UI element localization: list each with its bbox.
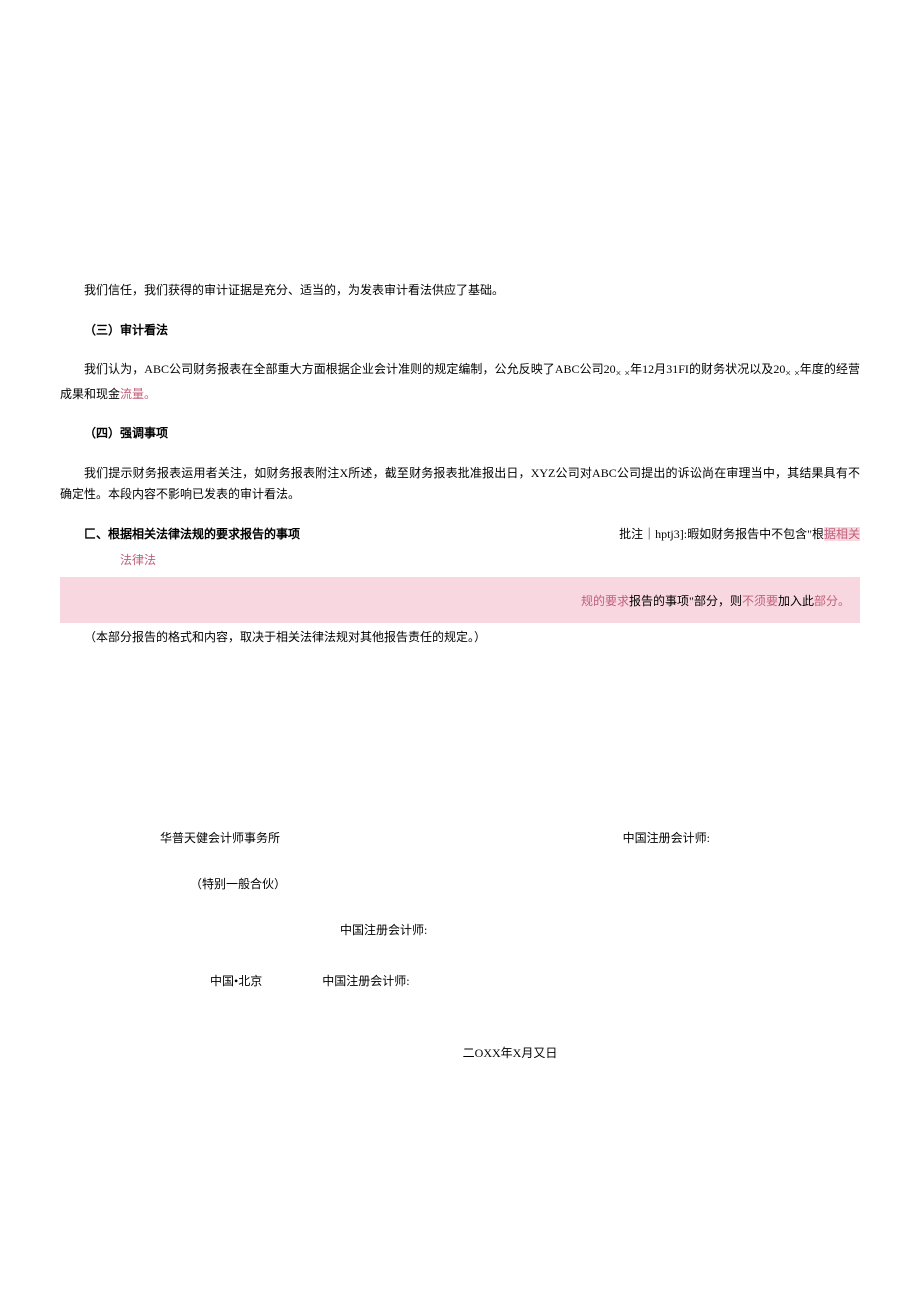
- text-fragment: 年12月31FI的财务状况以及20: [630, 362, 785, 376]
- intro-paragraph: 我们信任，我们获得的审计证据是充分、适当的，为发表审计看法供应了基础。: [60, 280, 860, 302]
- highlight-text: 不须要: [742, 594, 778, 608]
- comment-text-highlighted: 据相关: [824, 527, 860, 541]
- cpa-label-1: 中国注册会计师:: [623, 828, 710, 850]
- comment-highlight-block: 规的要求报告的事项"部分，则不须要加入此部分。: [60, 577, 860, 623]
- partnership-type: （特别一般合伙）: [190, 874, 860, 896]
- comment-text: 暇如财务报告中不包含"根: [687, 527, 824, 541]
- highlight-text: 部分。: [814, 594, 850, 608]
- signature-row-3: 中国•北京 中国注册会计师:: [60, 971, 860, 993]
- comment-label: 批注｜hptj3]:: [619, 527, 687, 541]
- highlight-text: 规: [581, 594, 593, 608]
- section-5-heading: 匚、根据相关法律法规的要求报告的事项: [60, 524, 619, 546]
- cpa-label-3: 中国注册会计师:: [322, 971, 409, 993]
- subscript-x: ×: [785, 369, 791, 380]
- section-5-row: 匚、根据相关法律法规的要求报告的事项 批注｜hptj3]:暇如财务报告中不包含"…: [60, 524, 860, 546]
- text-fragment-red: 流量。: [120, 387, 156, 401]
- signature-block: 华普天健会计师事务所 中国注册会计师: （特别一般合伙） 中国注册会计师: 中国…: [60, 828, 860, 1064]
- section-4-body: 我们提示财务报表运用者关注，如财务报表附注X所述，截至财务报表批准报出日，XYZ…: [60, 463, 860, 506]
- firm-name: 华普天健会计师事务所: [160, 828, 280, 850]
- comment-marker: 批注｜hptj3]:暇如财务报告中不包含"根据相关: [619, 524, 860, 546]
- section-3-heading: （三）审计看法: [60, 320, 860, 342]
- section-4-heading: （四）强调事项: [60, 423, 860, 445]
- signature-row-1: 华普天健会计师事务所 中国注册会计师:: [60, 828, 860, 850]
- subscript-x: ×: [616, 369, 622, 380]
- highlight-text: 加入此: [778, 594, 814, 608]
- text-fragment: 我们认为，ABC公司财务报表在全部重大方面根据企业会计准则的规定编制，公允反映了…: [84, 362, 616, 376]
- signature-date: 二OXX年X月又日: [160, 1043, 860, 1065]
- comment-wrap-line: 法律法: [120, 550, 860, 572]
- highlight-text: 的要求: [593, 594, 629, 608]
- highlight-text: 报告的事项"部分，则: [629, 594, 742, 608]
- section-5-note: （本部分报告的格式和内容，取决于相关法律法规对其他报告责任的规定。）: [60, 627, 860, 649]
- location: 中国•北京: [210, 971, 262, 993]
- cpa-label-2: 中国注册会计师:: [340, 920, 860, 942]
- section-3-body: 我们认为，ABC公司财务报表在全部重大方面根据企业会计准则的规定编制，公允反映了…: [60, 359, 860, 405]
